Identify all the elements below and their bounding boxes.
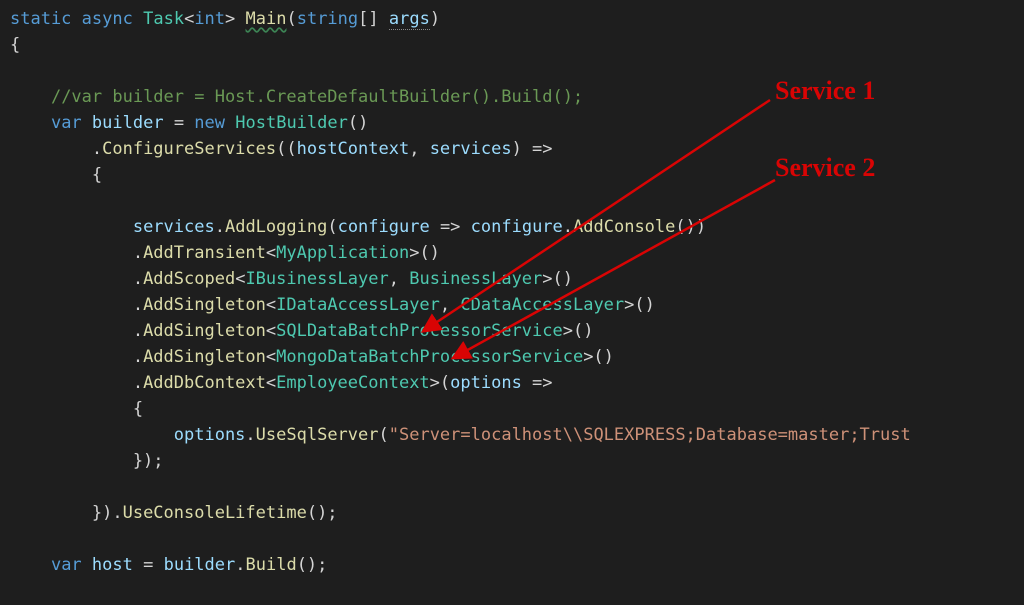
code-line: {	[10, 165, 102, 185]
code-line: .AddSingleton<IDataAccessLayer, CDataAcc…	[10, 295, 655, 315]
code-line: .AddSingleton<MongoDataBatchProcessorSer…	[10, 347, 614, 367]
code-line: .ConfigureServices((hostContext, service…	[10, 139, 553, 159]
code-line: options.UseSqlServer("Server=localhost\\…	[10, 425, 911, 445]
code-line: var host = builder.Build();	[10, 555, 327, 575]
code-line: services.AddLogging(configure => configu…	[10, 217, 706, 237]
code-line: });	[10, 451, 164, 471]
code-line: {	[10, 35, 20, 55]
code-line: }).UseConsoleLifetime();	[10, 503, 338, 523]
code-line: .AddDbContext<EmployeeContext>(options =…	[10, 373, 553, 393]
code-line: .AddSingleton<SQLDataBatchProcessorServi…	[10, 321, 593, 341]
code-line: static async Task<int> Main(string[] arg…	[10, 9, 440, 30]
code-line: var builder = new HostBuilder()	[10, 113, 368, 133]
code-line: .AddScoped<IBusinessLayer, BusinessLayer…	[10, 269, 573, 289]
code-block[interactable]: static async Task<int> Main(string[] arg…	[0, 0, 1024, 578]
code-line: //var builder = Host.CreateDefaultBuilde…	[10, 87, 583, 107]
code-line: .AddTransient<MyApplication>()	[10, 243, 440, 263]
code-line: {	[10, 399, 143, 419]
